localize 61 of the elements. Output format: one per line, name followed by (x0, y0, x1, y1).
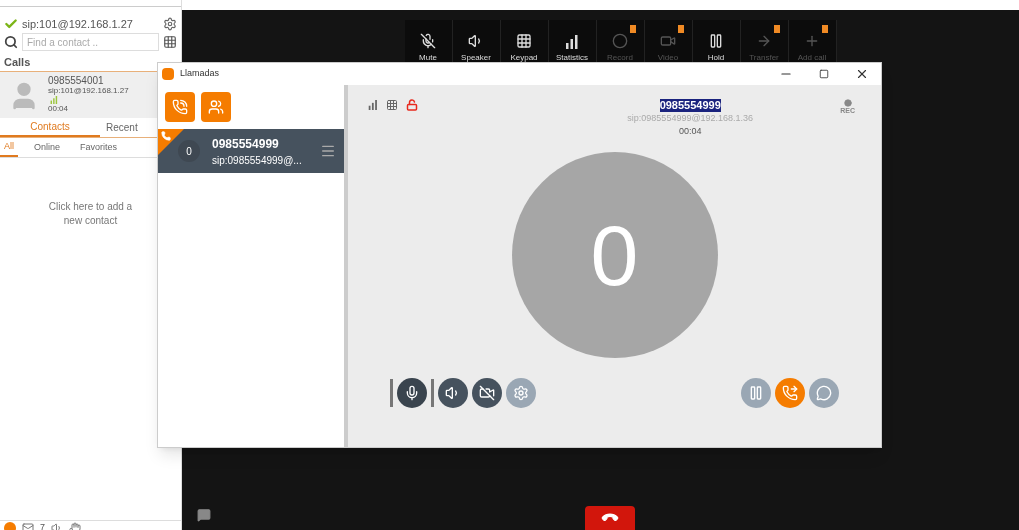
settings-icon (513, 385, 529, 401)
call-address: sip:101@192.168.1.27 (48, 86, 129, 96)
record-icon (843, 99, 852, 107)
conference-button[interactable] (201, 92, 231, 122)
record-icon (612, 33, 628, 49)
app-icon (162, 68, 174, 80)
window-title: Llamadas (180, 67, 221, 81)
video-icon (660, 33, 676, 49)
unread-count: 7 (40, 522, 45, 530)
plus-icon (804, 33, 820, 49)
keypad-icon[interactable] (163, 35, 177, 49)
mic-button[interactable] (397, 378, 427, 408)
chat-icon[interactable] (197, 508, 211, 522)
menu-icon[interactable] (320, 143, 336, 159)
caller-address: sip:0985554999@192.168.1.36 (627, 112, 754, 125)
search-field[interactable]: Find a contact .. (22, 33, 159, 51)
call-address: sip:0985554999@... (212, 153, 303, 168)
unlocked-icon (406, 99, 418, 111)
pause-icon (748, 385, 764, 401)
group-icon (208, 99, 224, 115)
caller-avatar: 0 (511, 152, 718, 358)
call-number: 0985554001 (48, 76, 105, 86)
new-call-button[interactable] (165, 92, 195, 122)
empty-message[interactable]: Click here to add a new contact (40, 200, 141, 520)
transfer-button[interactable] (775, 378, 805, 408)
active-indicator (431, 379, 434, 407)
speaker-button[interactable] (438, 378, 468, 408)
phone-icon (172, 99, 188, 115)
badge-icon (629, 25, 636, 33)
statistics-icon (565, 35, 579, 49)
call-timer: 00:04 (678, 125, 702, 138)
badge-icon (677, 25, 684, 33)
mute-icon (420, 33, 436, 49)
signal-icon (48, 96, 60, 104)
filter-tab[interactable]: Online (30, 138, 65, 157)
badge-icon (773, 25, 780, 33)
signal-icon (368, 100, 378, 110)
chat-icon (816, 385, 832, 401)
call-list-item[interactable]: 0 0985554999 sip:0985554999@... (158, 129, 344, 173)
settings-icon[interactable] (163, 17, 177, 31)
video-button[interactable] (472, 378, 502, 408)
pause-icon (708, 33, 724, 49)
search-icon (4, 35, 18, 49)
maximize-icon[interactable] (819, 69, 829, 79)
calls-header: Calls (4, 55, 31, 71)
tab[interactable]: Recent (100, 118, 155, 137)
keypad-icon[interactable] (386, 99, 398, 111)
microphone-icon (404, 385, 420, 401)
phone-icon (161, 131, 171, 141)
caller-number: 0985554999 (659, 99, 721, 112)
phone-transfer-icon (782, 385, 798, 401)
filter-tab[interactable]: Favorites (76, 138, 122, 157)
call-avatar: 0 (178, 140, 200, 162)
call-number: 0985554999 (212, 135, 280, 153)
keypad-icon (516, 33, 532, 49)
account-address: sip:101@192.168.1.27 (22, 16, 134, 32)
badge-icon (821, 25, 828, 33)
hangup-button[interactable] (585, 506, 635, 530)
call-duration: 00:04 (48, 104, 70, 114)
video-off-icon (479, 385, 495, 401)
close-icon[interactable] (855, 67, 869, 81)
